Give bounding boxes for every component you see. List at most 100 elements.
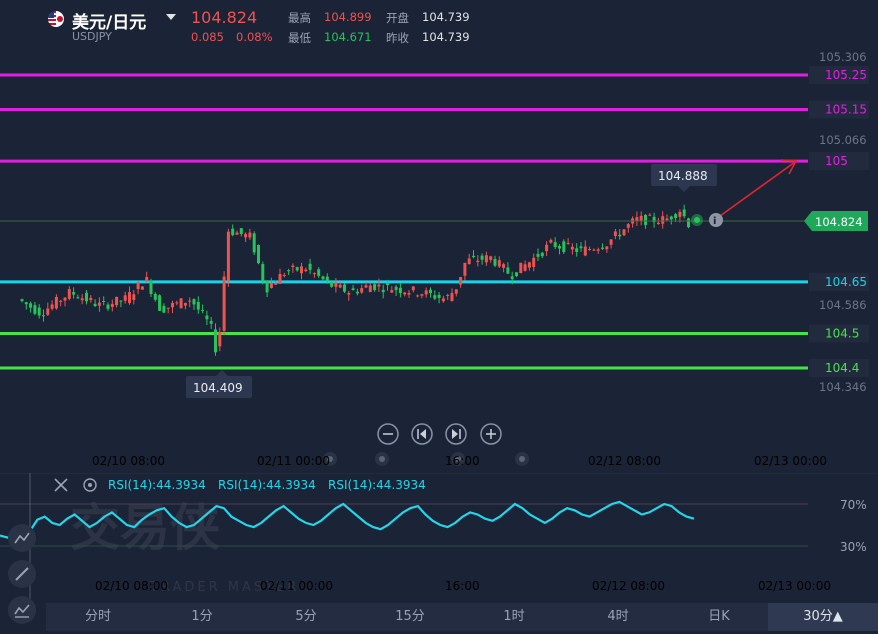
candle [562,241,566,253]
timeframe-bar: 分时 1分 5分 15分 1时 4时 日K 30分▲ [46,603,878,631]
tf-1h[interactable]: 1时 [462,603,566,631]
candle [403,292,407,295]
candle [89,297,93,301]
candle [446,294,450,296]
candle [140,286,144,290]
candle [484,255,488,263]
close-icon[interactable] [54,478,68,492]
candle [381,289,385,293]
candle [330,281,334,287]
candle [437,294,441,298]
candle [588,248,592,250]
candle [459,277,463,285]
candle [244,233,248,238]
candle [248,232,252,238]
candle [506,267,510,274]
candle [570,246,574,250]
candle [622,229,626,236]
candle [175,302,179,304]
candle [334,282,338,287]
candle [76,297,80,299]
candle [149,280,153,294]
candle [188,300,192,302]
step-back-button[interactable] [411,423,433,445]
price-tick: 105.306 [819,50,867,64]
candle [377,284,381,287]
candle [678,211,682,217]
tf-1m[interactable]: 1分 [150,603,254,631]
candle [502,264,506,268]
indicator-icon[interactable] [8,596,36,624]
candle [218,331,222,347]
candle [179,298,183,309]
candle [166,307,170,309]
tf-30m-active[interactable]: 30分▲ [768,603,878,631]
candle [368,285,372,293]
rsi-level-30: 30% [840,540,867,554]
rsi-date-tick: 02/12 08:00 [592,579,665,593]
candle [420,294,424,296]
candle [355,291,359,294]
step-forward-button[interactable] [445,423,467,445]
candle [63,297,67,301]
rsi-label: RSI(14):44.3934 [328,478,426,492]
candle [123,295,127,301]
candle [648,214,652,216]
zoom-out-button[interactable] [377,423,399,445]
date-tick: 02/13 00:00 [754,454,827,468]
candle [532,257,536,267]
candle [54,297,58,309]
candlestick-chart[interactable]: 105.306 105.066 104.586 104.346 105.25 10… [0,48,878,473]
candle [214,329,217,353]
level-label: 104.65 [825,275,867,289]
tf-tick[interactable]: 分时 [46,603,150,631]
candle [93,303,97,307]
candle [162,305,166,313]
settings-icon[interactable] [83,478,97,492]
chevron-down-icon[interactable] [166,14,176,20]
candle [609,239,613,245]
candle [145,277,149,282]
tf-5m[interactable]: 5分 [254,603,358,631]
candle [338,284,342,288]
candle [480,255,484,260]
tf-4h[interactable]: 4时 [566,603,670,631]
candle [171,302,174,308]
zoom-in-button[interactable] [480,423,502,445]
candle [527,262,531,268]
candle [386,283,389,285]
prev-close-value: 104.739 [422,30,470,44]
candle [540,252,544,257]
candle [613,231,617,237]
price-tick: 105.066 [819,133,867,147]
high-value: 104.899 [324,10,372,24]
tf-daily[interactable]: 日K [670,603,768,631]
candle [601,247,604,249]
mountain-chart-icon[interactable] [8,524,36,552]
candle [687,218,690,228]
price-change-percent: 0.08% [236,30,273,44]
candle [308,263,312,270]
candle [407,293,411,295]
pencil-icon[interactable] [8,560,36,588]
candle [158,295,162,311]
candle [222,276,226,331]
prev-close-label: 昨收 [386,31,409,45]
candle [312,273,316,275]
candle [50,304,54,309]
rsi-date-tick: 02/10 08:00 [95,579,168,593]
candle [274,282,278,285]
candle [575,248,579,252]
level-label: 104.5 [825,327,859,341]
candle [153,293,157,300]
candle [416,295,420,297]
watermark-cn: 交易侠 [70,499,220,557]
tf-15m[interactable]: 15分 [358,603,462,631]
level-label: 105.15 [825,102,867,116]
high-callout-text: 104.888 [658,169,708,183]
rsi-panel[interactable]: 交易侠 TRADER MASTER RSI(14):44.3934 RSI(14… [0,473,878,603]
candle [364,285,368,288]
candle [596,249,600,251]
trend-arrow[interactable] [719,161,796,217]
candle [618,234,622,237]
